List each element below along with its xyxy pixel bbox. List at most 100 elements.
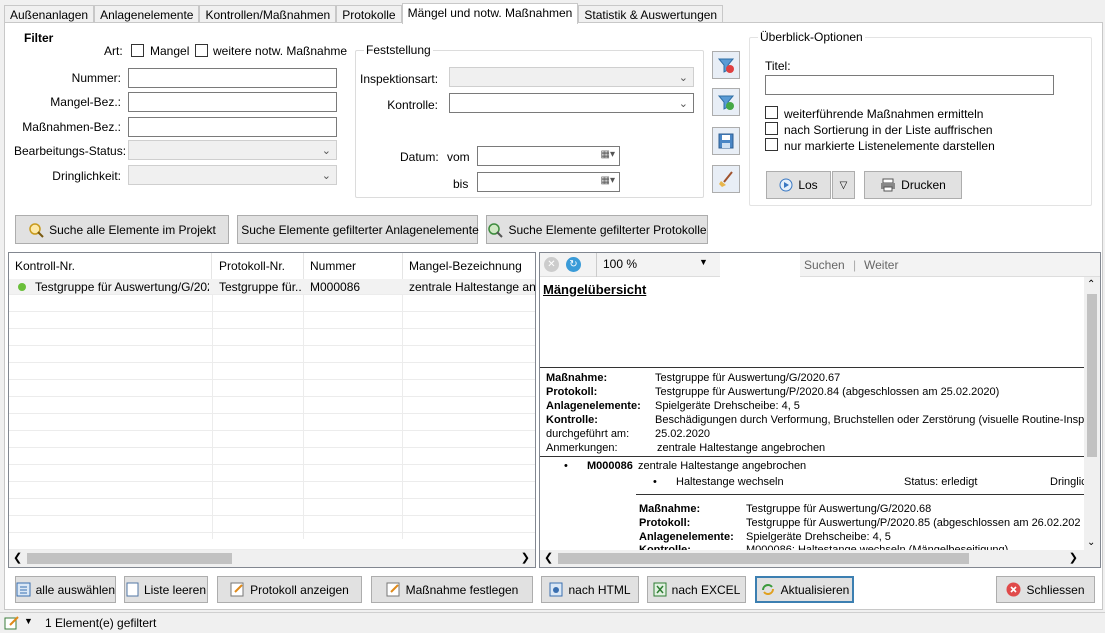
viewer-vertical-scrollbar[interactable]: ⌃ ⌄ xyxy=(1084,277,1100,550)
column-header-protokoll-nr[interactable]: Protokoll-Nr. xyxy=(213,253,304,279)
select-all-button[interactable]: alle auswählen xyxy=(15,576,116,603)
massnahme-value: Testgruppe für Auswertung/G/2020.67 xyxy=(655,372,841,384)
datum-vom-input[interactable]: ▦▾ xyxy=(477,146,620,166)
bullet-text: zentrale Haltestange angebrochen xyxy=(638,460,807,472)
grid-horizontal-scrollbar[interactable]: ❮ ❯ xyxy=(9,550,535,567)
scroll-thumb[interactable] xyxy=(27,553,232,564)
scroll-right-icon[interactable]: ❯ xyxy=(1069,551,1078,564)
durchgefuehrt-value: 25.02.2020 xyxy=(655,428,711,440)
calendar-icon[interactable]: ▦▾ xyxy=(601,175,615,186)
viewer-horizontal-scrollbar[interactable]: ❮ ❯ xyxy=(540,550,1100,567)
los-button[interactable]: Los xyxy=(766,171,831,199)
massnahmen-bez-input[interactable] xyxy=(128,117,337,137)
protokoll-label: Protokoll: xyxy=(546,386,598,398)
broom-icon xyxy=(719,171,733,187)
drucken-button[interactable]: Drucken xyxy=(864,171,962,199)
printer-icon xyxy=(881,178,896,192)
zoom-level[interactable]: 100 % xyxy=(603,257,637,271)
scroll-thumb[interactable] xyxy=(1087,294,1097,457)
refresh-icon xyxy=(761,584,774,595)
weitere-massnahme-checkbox[interactable] xyxy=(195,44,208,57)
titel-label: Titel: xyxy=(765,59,791,73)
save-icon xyxy=(718,133,734,149)
inspektionsart-select[interactable]: ⌄ xyxy=(449,67,694,87)
column-header-nummer[interactable]: Nummer xyxy=(304,253,403,279)
scroll-thumb[interactable] xyxy=(558,553,969,564)
row-nummer: M000086 xyxy=(310,280,361,294)
chevron-down-icon: ▽ xyxy=(839,179,848,191)
set-measure-button[interactable]: Maßnahme festlegen xyxy=(371,576,533,603)
column-header-kontroll-nr[interactable]: Kontroll-Nr. xyxy=(9,253,212,279)
opt2-checkbox[interactable] xyxy=(765,122,778,135)
scroll-right-icon[interactable]: ❯ xyxy=(521,551,530,564)
opt1-checkbox[interactable] xyxy=(765,106,778,119)
chevron-down-icon: ⌄ xyxy=(321,145,331,157)
search-all-button[interactable]: Suche alle Elemente im Projekt xyxy=(15,215,229,244)
export-html-button[interactable]: nach HTML xyxy=(541,576,639,603)
chevron-down-icon: ⌄ xyxy=(678,72,688,84)
inspektionsart-label: Inspektionsart: xyxy=(360,72,439,86)
clear-list-button[interactable]: Liste leeren xyxy=(124,576,208,603)
search-protokolle-button[interactable]: Suche Elemente gefilterter Protokolle xyxy=(486,215,708,244)
scroll-left-icon[interactable]: ❮ xyxy=(13,551,22,564)
search-icon xyxy=(488,222,504,238)
opt3-checkbox[interactable] xyxy=(765,138,778,151)
save-filter-button[interactable] xyxy=(712,127,740,155)
mangel-checkbox[interactable] xyxy=(131,44,144,57)
find-input[interactable] xyxy=(720,253,800,277)
play-icon xyxy=(779,178,793,192)
status-dropdown-icon[interactable]: ▼ xyxy=(24,616,33,626)
art-label: Art: xyxy=(104,44,123,58)
clear-list-label: Liste leeren xyxy=(143,582,207,597)
show-protocol-button[interactable]: Protokoll anzeigen xyxy=(217,576,362,603)
weiter-link[interactable]: Weiter xyxy=(864,258,898,272)
datum-bis-input[interactable]: ▦▾ xyxy=(477,172,620,192)
filter-remove-button[interactable] xyxy=(712,51,740,79)
bis-label: bis xyxy=(453,177,469,191)
calendar-icon[interactable]: ▦▾ xyxy=(601,149,615,160)
protokoll2-value: Testgruppe für Auswertung/P/2020.85 (abg… xyxy=(746,517,1081,529)
tab-maengel[interactable]: Mängel und notw. Maßnahmen xyxy=(401,3,579,24)
suchen-link[interactable]: Suchen xyxy=(804,258,845,272)
status-bar: ▼ 1 Element(e) gefiltert xyxy=(0,612,1105,633)
protokoll2-label: Protokoll: xyxy=(639,517,691,529)
scroll-down-icon[interactable]: ⌄ xyxy=(1087,537,1095,548)
sub-bullet-dringlichkeit: Dringlic xyxy=(1050,476,1087,488)
measure-icon xyxy=(386,582,400,597)
kontrolle-select[interactable]: ⌄ xyxy=(449,93,694,113)
edit-status-icon[interactable] xyxy=(4,616,20,630)
column-header-mangel-bezeichnung[interactable]: Mangel-Bezeichnung xyxy=(403,253,535,279)
row-mangel-bezeichnung: zentrale Haltestange ange xyxy=(409,280,535,294)
export-excel-label: nach EXCEL xyxy=(671,582,741,597)
close-button[interactable]: Schliessen xyxy=(996,576,1095,603)
anlagen-value: Spielgeräte Drehscheibe: 4, 5 xyxy=(655,400,800,412)
mangel-label: Mangel xyxy=(150,44,190,58)
search-anlagen-label: Suche Elemente gefilterter Anlagenelemen… xyxy=(241,222,479,237)
los-dropdown-button[interactable]: ▽ xyxy=(832,171,855,199)
export-excel-button[interactable]: nach EXCEL xyxy=(647,576,746,603)
table-row[interactable]: Testgruppe für Auswertung/G/202... Testg… xyxy=(9,279,535,295)
titel-input[interactable] xyxy=(765,75,1054,95)
status-label: Bearbeitungs-Status: xyxy=(14,144,127,158)
clear-filter-button[interactable] xyxy=(712,165,740,193)
results-grid[interactable]: Kontroll-Nr. Protokoll-Nr. Nummer Mangel… xyxy=(8,252,536,568)
chevron-down-icon: ⌄ xyxy=(678,98,688,110)
stop-icon[interactable]: ✕ xyxy=(544,257,559,272)
status-select[interactable]: ⌄ xyxy=(128,140,337,160)
dringlichkeit-select[interactable]: ⌄ xyxy=(128,165,337,185)
zoom-dropdown-icon[interactable]: ▼ xyxy=(699,257,708,267)
filter-add-icon xyxy=(717,95,735,110)
viewer-toolbar: ✕ ↻ 100 % ▼ Suchen | Weiter xyxy=(540,253,1100,277)
anlagen2-value: Spielgeräte Drehscheibe: 4, 5 xyxy=(746,531,891,543)
mangel-bez-input[interactable] xyxy=(128,92,337,112)
nummer-input[interactable] xyxy=(128,68,337,88)
scroll-up-icon[interactable]: ⌃ xyxy=(1087,279,1095,290)
search-anlagen-button[interactable]: Suche Elemente gefilterter Anlagenelemen… xyxy=(237,215,479,244)
datum-label: Datum: xyxy=(400,150,439,164)
refresh-button[interactable]: Aktualisieren xyxy=(755,576,854,603)
refresh-icon[interactable]: ↻ xyxy=(566,257,581,272)
row-protokoll-nr: Testgruppe für... xyxy=(219,280,301,294)
scroll-left-icon[interactable]: ❮ xyxy=(544,551,553,564)
filter-add-button[interactable] xyxy=(712,88,740,116)
status-text: 1 Element(e) gefiltert xyxy=(45,616,157,630)
